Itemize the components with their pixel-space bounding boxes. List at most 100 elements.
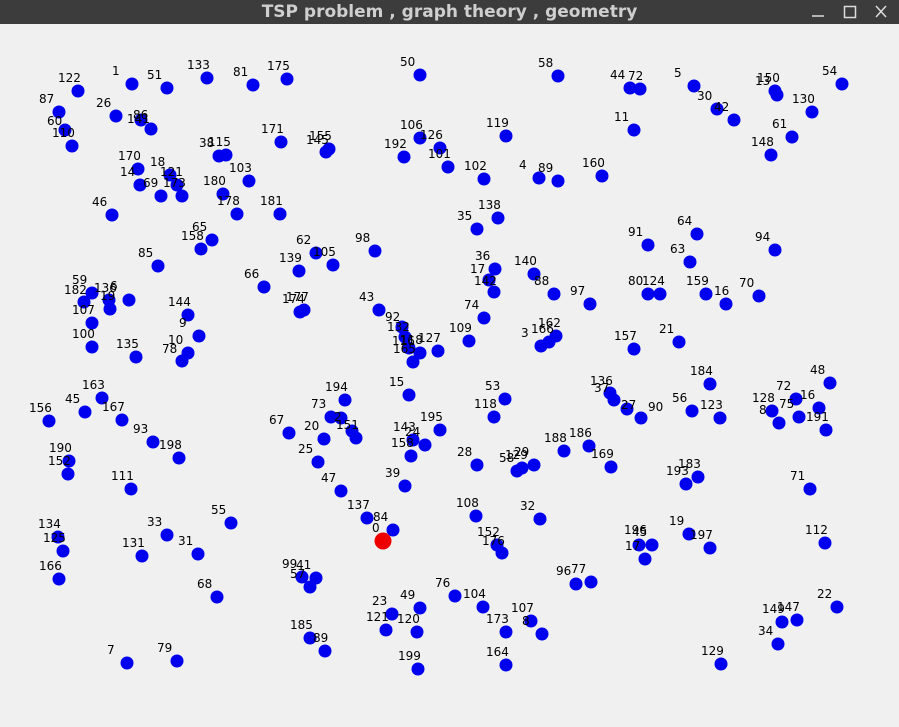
graph-node[interactable]: [431, 344, 445, 358]
graph-node[interactable]: [527, 458, 541, 472]
graph-node[interactable]: [764, 148, 778, 162]
graph-node[interactable]: [634, 411, 648, 425]
graph-node[interactable]: [551, 174, 565, 188]
graph-node[interactable]: [103, 302, 117, 316]
graph-node[interactable]: [192, 329, 206, 343]
graph-node[interactable]: [311, 455, 325, 469]
graph-node[interactable]: [230, 207, 244, 221]
graph-node[interactable]: [317, 432, 331, 446]
graph-node[interactable]: [495, 546, 509, 560]
graph-node[interactable]: [200, 71, 214, 85]
graph-canvas[interactable]: 1 51 133 81 175 50 58 44 72 5 150 13 54 122 87 26 86 141 3…: [0, 24, 899, 727]
close-icon[interactable]: [871, 3, 891, 21]
graph-node[interactable]: [805, 105, 819, 119]
graph-node[interactable]: [819, 423, 833, 437]
graph-node[interactable]: [772, 416, 786, 430]
graph-node[interactable]: [194, 242, 208, 256]
graph-node[interactable]: [319, 145, 333, 159]
graph-node[interactable]: [768, 243, 782, 257]
graph-node[interactable]: [714, 657, 728, 671]
graph-node[interactable]: [785, 130, 799, 144]
graph-node[interactable]: [191, 547, 205, 561]
graph-node[interactable]: [146, 435, 160, 449]
graph-node[interactable]: [398, 479, 412, 493]
graph-node[interactable]: [257, 280, 271, 294]
graph-node[interactable]: [703, 377, 717, 391]
graph-node[interactable]: [469, 509, 483, 523]
graph-node[interactable]: [160, 528, 174, 542]
maximize-icon[interactable]: [840, 3, 860, 21]
graph-node[interactable]: [645, 538, 659, 552]
graph-node[interactable]: [122, 293, 136, 307]
title-bar[interactable]: TSP problem , graph theory , geometry: [0, 0, 899, 24]
graph-node[interactable]: [246, 78, 260, 92]
start-node[interactable]: [374, 532, 392, 550]
graph-node[interactable]: [627, 123, 641, 137]
graph-node[interactable]: [273, 207, 287, 221]
graph-node[interactable]: [595, 169, 609, 183]
graph-node[interactable]: [448, 589, 462, 603]
graph-node[interactable]: [115, 413, 129, 427]
graph-node[interactable]: [61, 467, 75, 481]
graph-node[interactable]: [470, 222, 484, 236]
graph-node[interactable]: [406, 355, 420, 369]
graph-node[interactable]: [175, 189, 189, 203]
graph-node[interactable]: [477, 311, 491, 325]
graph-node[interactable]: [170, 654, 184, 668]
graph-node[interactable]: [175, 354, 189, 368]
graph-node[interactable]: [487, 410, 501, 424]
graph-node[interactable]: [691, 470, 705, 484]
graph-node[interactable]: [792, 410, 806, 424]
graph-node[interactable]: [318, 644, 332, 658]
graph-node[interactable]: [242, 174, 256, 188]
graph-node[interactable]: [433, 423, 447, 437]
graph-node[interactable]: [498, 392, 512, 406]
graph-node[interactable]: [703, 541, 717, 555]
graph-node[interactable]: [105, 208, 119, 222]
graph-node[interactable]: [535, 627, 549, 641]
graph-node[interactable]: [470, 458, 484, 472]
graph-node[interactable]: [78, 405, 92, 419]
graph-node[interactable]: [713, 411, 727, 425]
graph-node[interactable]: [771, 637, 785, 651]
graph-node[interactable]: [205, 233, 219, 247]
graph-node[interactable]: [515, 461, 529, 475]
graph-node[interactable]: [303, 580, 317, 594]
tsp-graph-plot[interactable]: 1 51133 81 175 50 5844 72 5 150135412287 26861413…: [0, 24, 899, 727]
graph-node[interactable]: [280, 72, 294, 86]
graph-node[interactable]: [418, 438, 432, 452]
graph-node[interactable]: [65, 139, 79, 153]
graph-node[interactable]: [404, 449, 418, 463]
graph-node[interactable]: [326, 258, 340, 272]
minimize-icon[interactable]: [808, 3, 828, 21]
graph-node[interactable]: [569, 577, 583, 591]
graph-node[interactable]: [679, 477, 693, 491]
graph-node[interactable]: [653, 287, 667, 301]
graph-node[interactable]: [727, 113, 741, 127]
graph-node[interactable]: [499, 658, 513, 672]
graph-node[interactable]: [491, 211, 505, 225]
graph-node[interactable]: [719, 297, 733, 311]
graph-node[interactable]: [499, 129, 513, 143]
graph-node[interactable]: [71, 84, 85, 98]
graph-node[interactable]: [462, 334, 476, 348]
graph-node[interactable]: [699, 287, 713, 301]
graph-node[interactable]: [823, 376, 837, 390]
graph-node[interactable]: [638, 552, 652, 566]
graph-node[interactable]: [160, 81, 174, 95]
graph-node[interactable]: [607, 393, 621, 407]
graph-node[interactable]: [683, 255, 697, 269]
graph-node[interactable]: [627, 342, 641, 356]
graph-node[interactable]: [334, 484, 348, 498]
graph-node[interactable]: [154, 189, 168, 203]
graph-node[interactable]: [633, 82, 647, 96]
graph-node[interactable]: [835, 77, 849, 91]
graph-node[interactable]: [219, 148, 233, 162]
graph-node[interactable]: [124, 482, 138, 496]
graph-node[interactable]: [533, 512, 547, 526]
graph-node[interactable]: [583, 297, 597, 311]
graph-node[interactable]: [410, 625, 424, 639]
graph-node[interactable]: [338, 393, 352, 407]
graph-node[interactable]: [372, 303, 386, 317]
graph-node[interactable]: [672, 335, 686, 349]
